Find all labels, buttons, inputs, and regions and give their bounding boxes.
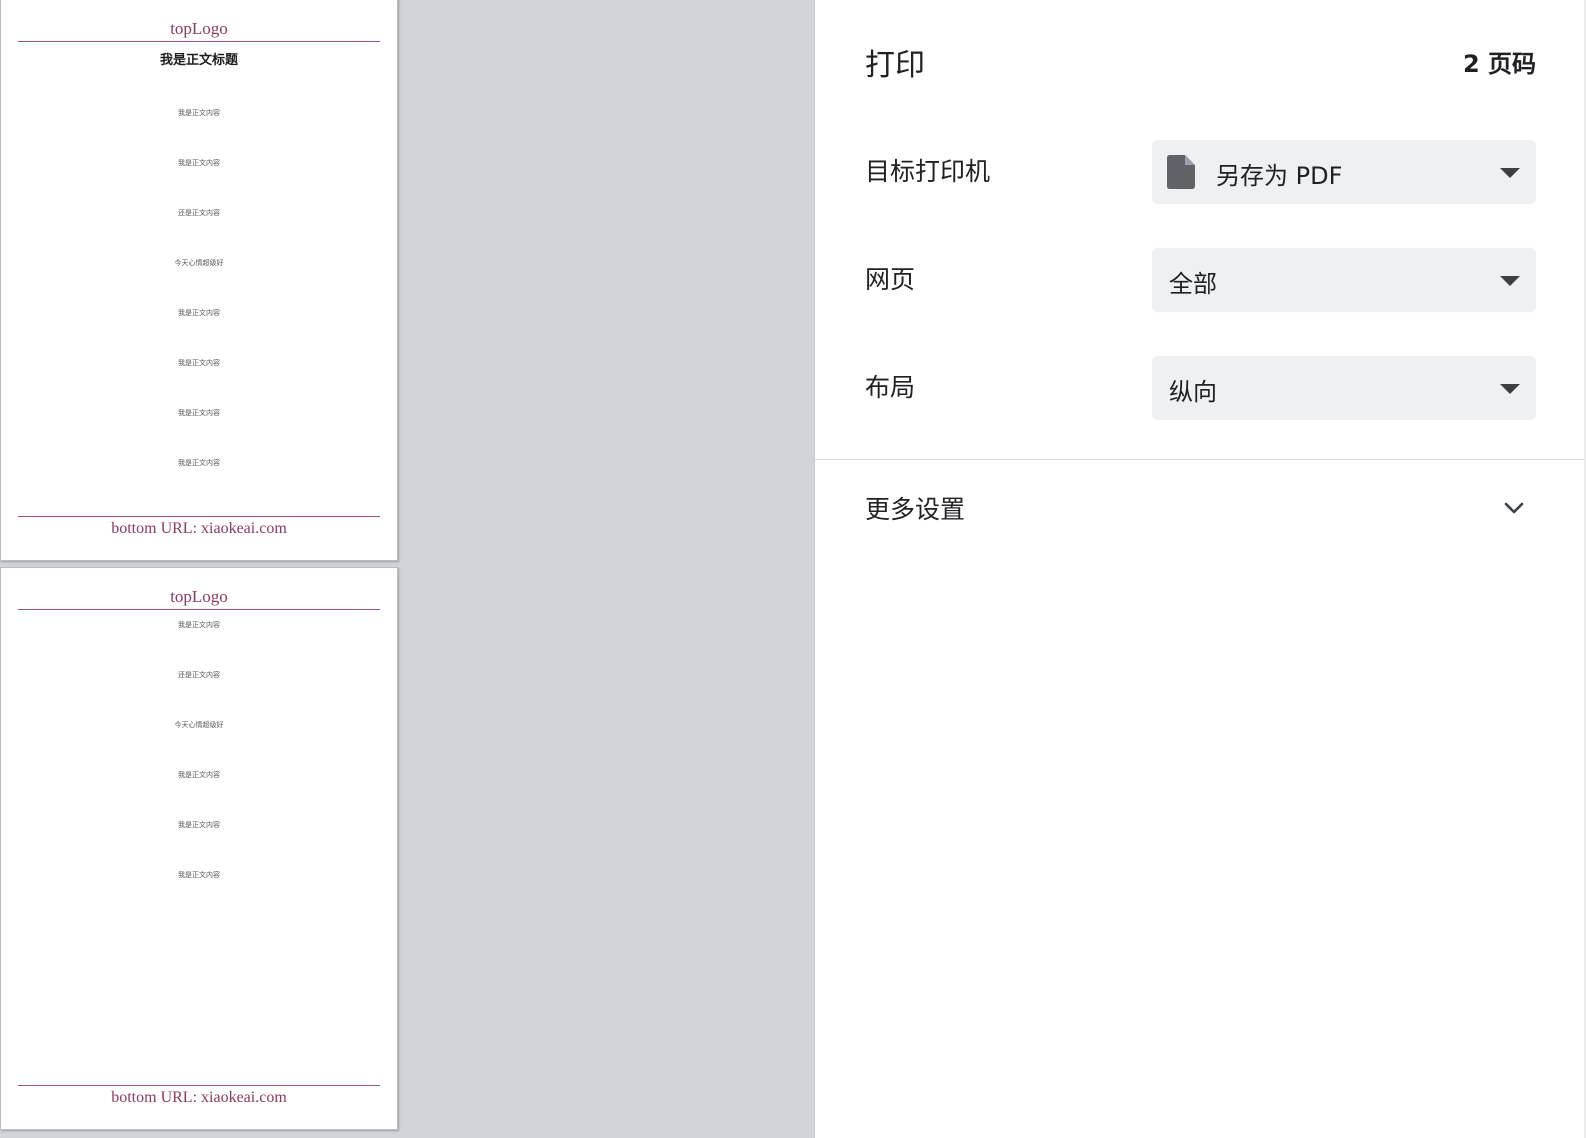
preview-page-1: topLogo 我是正文标题 我是正文内容 我是正文内容 还是正文内容 今天心情… [0, 0, 398, 561]
dropdown-caret-icon [1500, 276, 1520, 286]
chevron-down-icon[interactable] [1502, 496, 1526, 520]
body-line: 我是正文内容 [178, 821, 220, 829]
body-line: 我是正文内容 [178, 159, 220, 167]
section-divider [815, 459, 1584, 460]
dropdown-caret-icon [1500, 168, 1520, 178]
footer-url: bottom URL: xiaokeai.com [111, 1089, 287, 1106]
footer-url: bottom URL: xiaokeai.com [111, 520, 287, 537]
layout-label: 布局 [865, 373, 916, 402]
body-line: 我是正文内容 [178, 359, 220, 367]
body-line: 还是正文内容 [178, 209, 220, 217]
preview-page-2: topLogo 我是正文内容 还是正文内容 今天心情超级好 我是正文内容 我是正… [0, 567, 398, 1130]
destination-select[interactable]: 另存为 PDF [1152, 140, 1536, 204]
document-title: 我是正文标题 [159, 53, 238, 68]
page-header: topLogo [18, 568, 380, 610]
body-line: 我是正文内容 [178, 409, 220, 417]
body-line: 我是正文内容 [178, 621, 220, 629]
body-line: 我是正文内容 [178, 771, 220, 779]
header-logo: topLogo [170, 19, 228, 38]
body-line: 我是正文内容 [178, 309, 220, 317]
pages-label: 网页 [865, 265, 916, 294]
body-line: 我是正文内容 [178, 459, 220, 467]
body-line: 我是正文内容 [178, 871, 220, 879]
page-header: topLogo [18, 0, 380, 42]
layout-select[interactable]: 纵向 [1152, 356, 1536, 420]
print-settings-panel: 打印 2 页码 目标打印机 另存为 PDF 网页 全部 布局 纵向 更多设置 [814, 0, 1586, 1138]
dialog-title: 打印 [865, 48, 925, 83]
page-footer: bottom URL: xiaokeai.com [18, 516, 380, 540]
body-line: 今天心情超级好 [174, 259, 224, 267]
pages-select[interactable]: 全部 [1152, 248, 1536, 312]
body-line: 还是正文内容 [178, 671, 220, 679]
pages-value: 全部 [1169, 270, 1217, 298]
header-logo: topLogo [170, 587, 228, 606]
page-footer: bottom URL: xiaokeai.com [18, 1085, 380, 1109]
destination-label: 目标打印机 [865, 157, 991, 186]
print-preview-area: topLogo 我是正文标题 我是正文内容 我是正文内容 还是正文内容 今天心情… [0, 0, 814, 1138]
layout-value: 纵向 [1169, 378, 1217, 406]
destination-value: 另存为 PDF [1216, 162, 1343, 190]
document-icon [1167, 155, 1195, 189]
more-settings-toggle[interactable]: 更多设置 [865, 490, 965, 526]
dropdown-caret-icon [1500, 384, 1520, 394]
body-line: 我是正文内容 [178, 109, 220, 117]
page-count: 2 页码 [1462, 50, 1536, 78]
body-line: 今天心情超级好 [174, 721, 224, 729]
